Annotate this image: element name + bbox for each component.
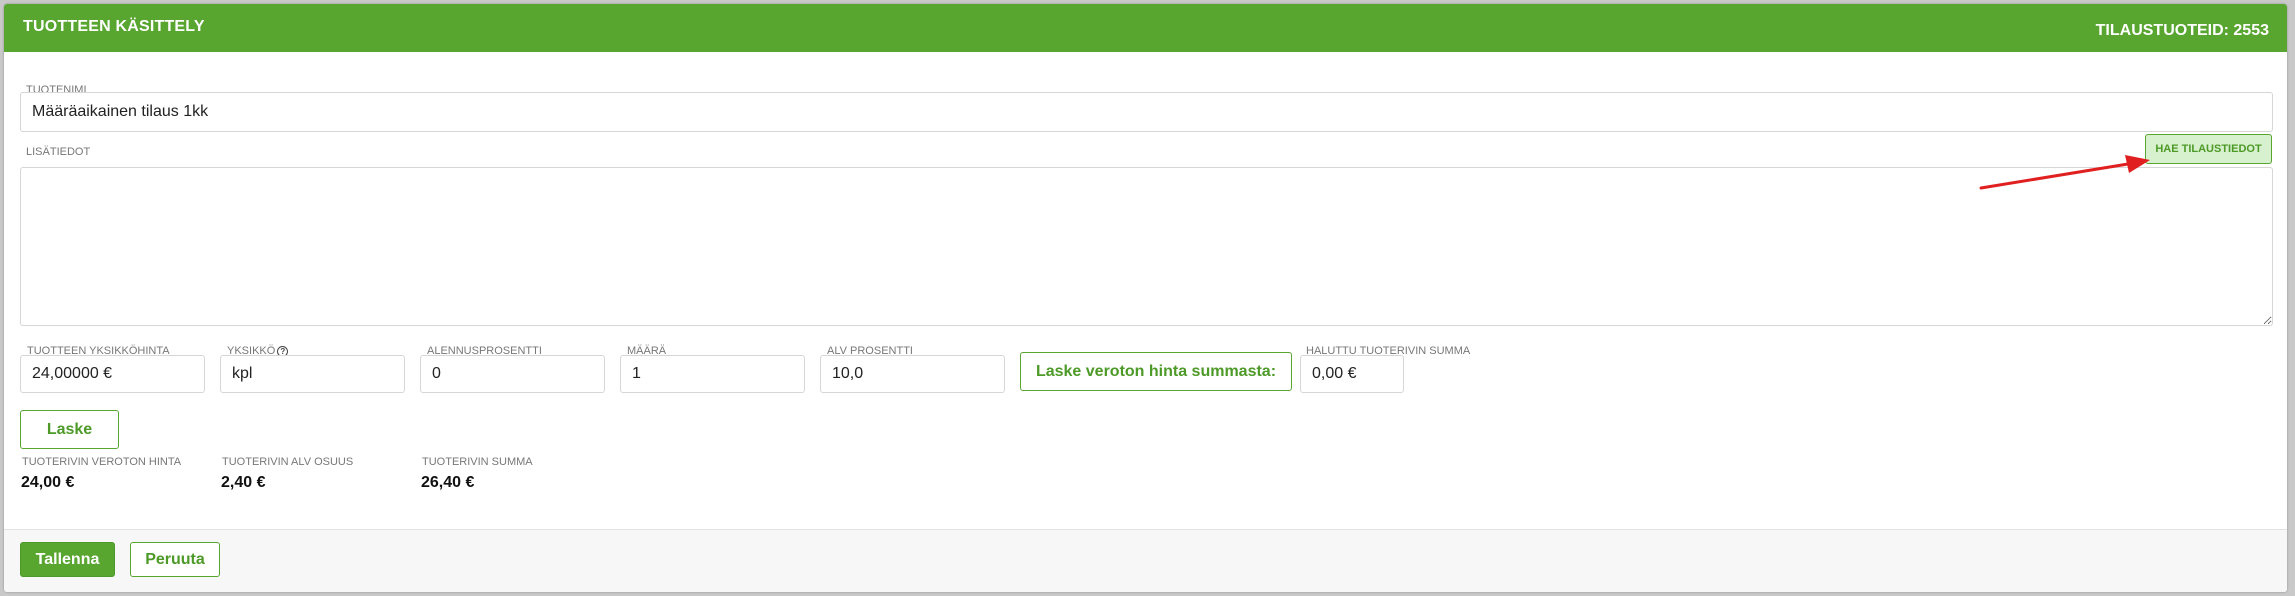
vat-percent-input[interactable]: 10,0	[820, 355, 1005, 393]
additional-info-textarea[interactable]	[20, 167, 2273, 326]
calculate-button[interactable]: Laske	[20, 410, 119, 449]
dialog-header: TUOTTEEN KÄSITTELY TILAUSTUOTEID: 2553	[4, 4, 2287, 52]
additional-info-label: LISÄTIEDOT	[26, 146, 91, 158]
unit-input[interactable]: kpl	[220, 355, 405, 393]
dialog-title: TUOTTEEN KÄSITTELY	[23, 18, 205, 35]
cancel-button[interactable]: Peruuta	[130, 542, 220, 577]
fetch-order-info-button[interactable]: HAE TILAUSTIEDOT	[2145, 134, 2272, 164]
discount-input[interactable]: 0	[420, 355, 605, 393]
vat-share-label: TUOTERIVIN ALV OSUUS	[222, 456, 354, 468]
desired-sum-input[interactable]: 0,00 €	[1300, 355, 1404, 393]
total-sum-value: 26,40 €	[421, 474, 475, 491]
save-button[interactable]: Tallenna	[20, 542, 115, 577]
order-product-id: TILAUSTUOTEID: 2553	[2095, 22, 2269, 39]
net-price-value: 24,00 €	[21, 474, 75, 491]
vat-share-value: 2,40 €	[221, 474, 266, 491]
product-name-input[interactable]: Määräaikainen tilaus 1kk	[20, 92, 2273, 132]
dialog-footer: Tallenna Peruuta	[4, 529, 2287, 592]
total-sum-label: TUOTERIVIN SUMMA	[422, 456, 533, 468]
product-edit-dialog: TUOTTEEN KÄSITTELY TILAUSTUOTEID: 2553 T…	[4, 4, 2287, 592]
calc-net-from-sum-button[interactable]: Laske veroton hinta summasta:	[1020, 352, 1292, 391]
unit-price-input[interactable]: 24,00000 €	[20, 355, 205, 393]
net-price-label: TUOTERIVIN VEROTON HINTA	[22, 456, 182, 468]
quantity-input[interactable]: 1	[620, 355, 805, 393]
